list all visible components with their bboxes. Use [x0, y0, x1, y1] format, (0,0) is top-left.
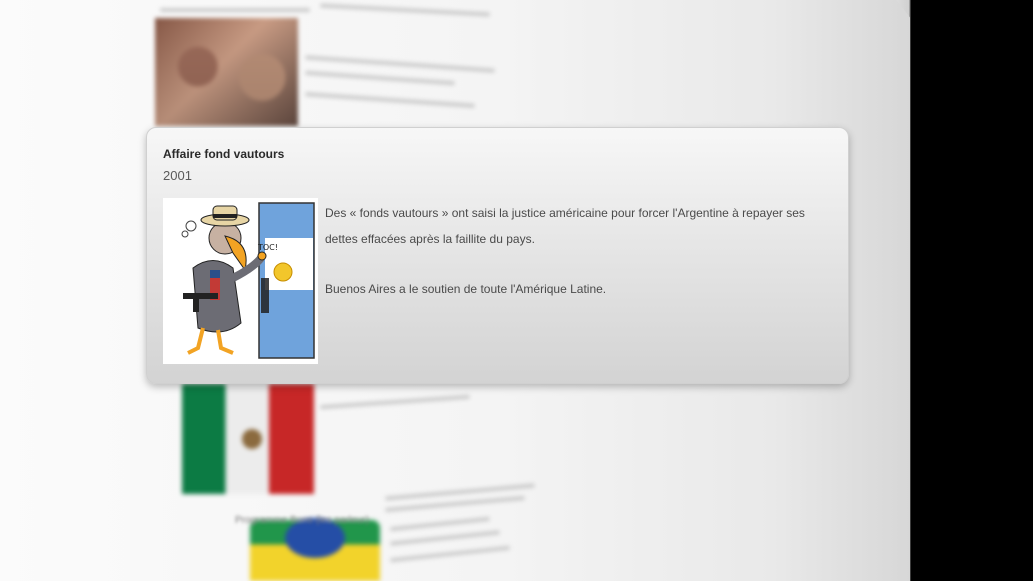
screen: Programme Bons (les parleur) Affaire fon… [0, 0, 1033, 581]
event-year: 2001 [163, 168, 192, 183]
event-paragraph-2: Buenos Aires a le soutien de toute l'Amé… [325, 282, 607, 296]
event-title: Affaire fond vautours [163, 147, 285, 161]
event-paragraph-1: Des « fonds vautours » ont saisi la just… [325, 206, 805, 246]
event-cartoon-image: TOC! [163, 198, 318, 364]
event-description: Des « fonds vautours » ont saisi la just… [325, 200, 835, 326]
svg-text:TOC!: TOC! [257, 243, 278, 252]
event-popover[interactable]: Affaire fond vautours 2001 TOC! Des « fo… [146, 127, 849, 384]
cartoon-vulture-illustration: TOC! [163, 198, 318, 364]
